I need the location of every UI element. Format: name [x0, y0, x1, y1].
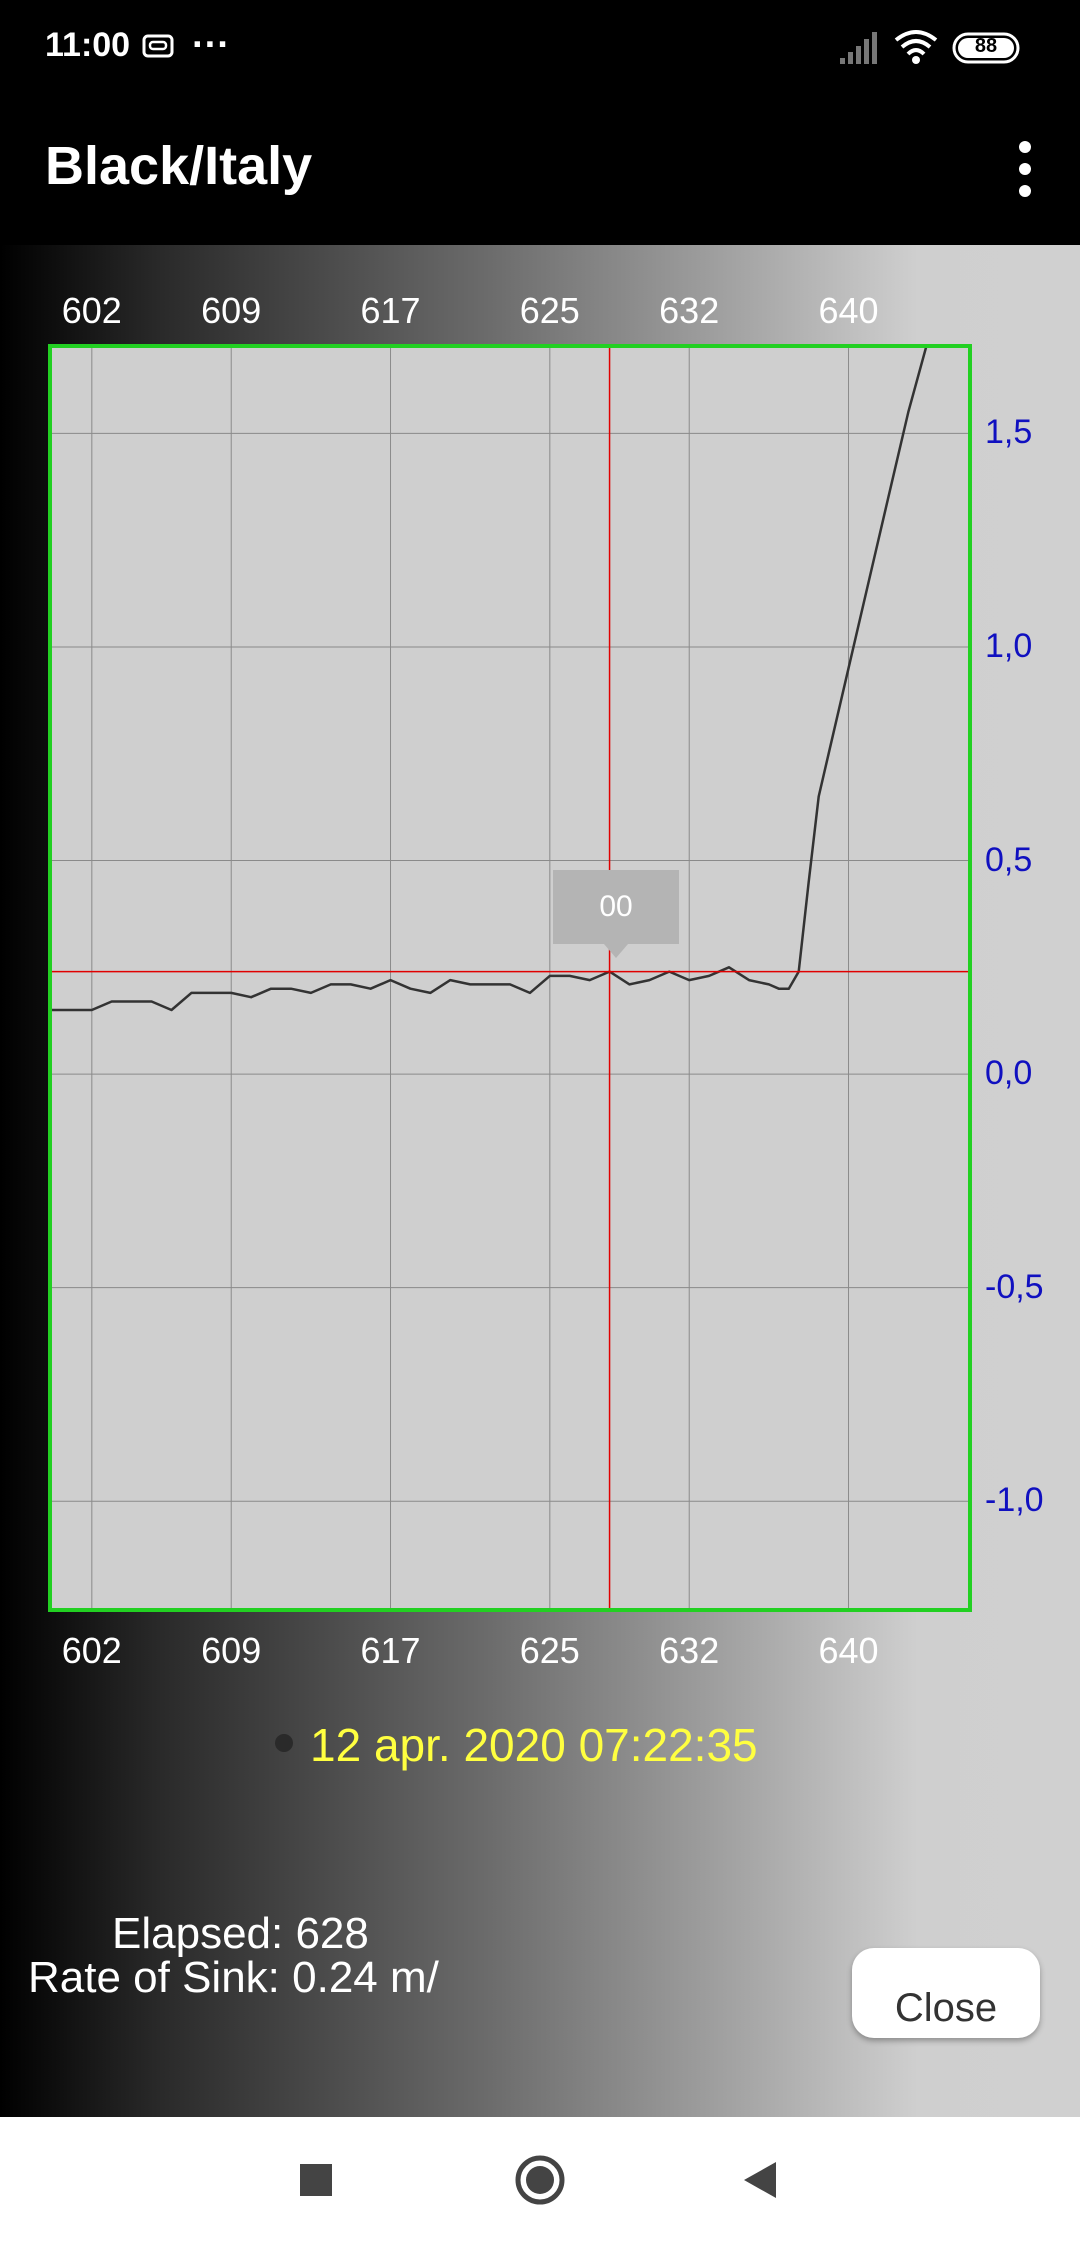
battery-level: 88 [974, 35, 998, 57]
app-bar: Black/Italy [0, 95, 1080, 245]
battery-icon: 88 [952, 32, 1022, 69]
y-tick-0: 1,5 [985, 413, 1033, 452]
series-line-0 [52, 348, 928, 1012]
x-top-tick-0: 602 [61, 290, 122, 331]
more-notifications-icon: ··· [192, 24, 230, 66]
elapsed-text: Elapsed: 628 [112, 1909, 369, 1958]
x-top-tick-3: 625 [519, 290, 580, 331]
page-title: Black/Italy [45, 136, 313, 196]
triangle-icon [744, 2162, 776, 2198]
close-button-label: Close [894, 1986, 998, 2030]
x-bottom-tick-5: 640 [818, 1630, 879, 1671]
stats-block: Elapsed: 628 Rate of Sink: 0.24 m/ [28, 1912, 439, 2000]
recents-button[interactable] [281, 2145, 351, 2215]
x-bottom-tick-4: 632 [659, 1630, 720, 1671]
x-bottom-tick-1: 609 [201, 1630, 262, 1671]
marker-dot [275, 1734, 293, 1752]
y-tick-1: 1,0 [985, 626, 1033, 665]
overflow-menu-icon [1019, 141, 1031, 197]
x-top-tick-1: 609 [201, 290, 262, 331]
more-options-button[interactable] [1000, 135, 1050, 205]
x-bottom-tick-0: 602 [61, 1630, 122, 1671]
rate-of-sink-text: Rate of Sink: 0.24 m/ [28, 1953, 439, 2002]
x-top-tick-5: 640 [818, 290, 879, 331]
x-bottom-tick-3: 625 [519, 1630, 580, 1671]
chart-tooltip: 00 [553, 870, 679, 944]
status-bar: 11:00 ··· 88 [0, 0, 1080, 95]
chart-plot-area[interactable] [48, 344, 972, 1612]
y-tick-5: -1,0 [985, 1481, 1044, 1520]
close-button[interactable]: Close [852, 1948, 1040, 2038]
home-button[interactable] [505, 2145, 575, 2215]
y-tick-3: 0,0 [985, 1054, 1033, 1093]
notification-icon [142, 32, 174, 65]
x-top-tick-2: 617 [360, 290, 421, 331]
timestamp: 12 apr. 2020 07:22:35 [310, 1719, 758, 1771]
y-tick-4: -0,5 [985, 1267, 1044, 1306]
chart-svg [52, 348, 968, 1608]
y-tick-2: 0,5 [985, 840, 1033, 879]
wifi-icon [892, 28, 940, 71]
navigation-bar [0, 2117, 1080, 2246]
back-button[interactable] [726, 2145, 796, 2215]
x-top-tick-4: 632 [659, 290, 720, 331]
signal-icon [838, 30, 880, 71]
status-time: 11:00 [45, 26, 131, 64]
tooltip-arrow [604, 944, 628, 958]
square-icon [300, 2164, 332, 2196]
x-bottom-tick-2: 617 [360, 1630, 421, 1671]
circle-icon [515, 2155, 565, 2205]
